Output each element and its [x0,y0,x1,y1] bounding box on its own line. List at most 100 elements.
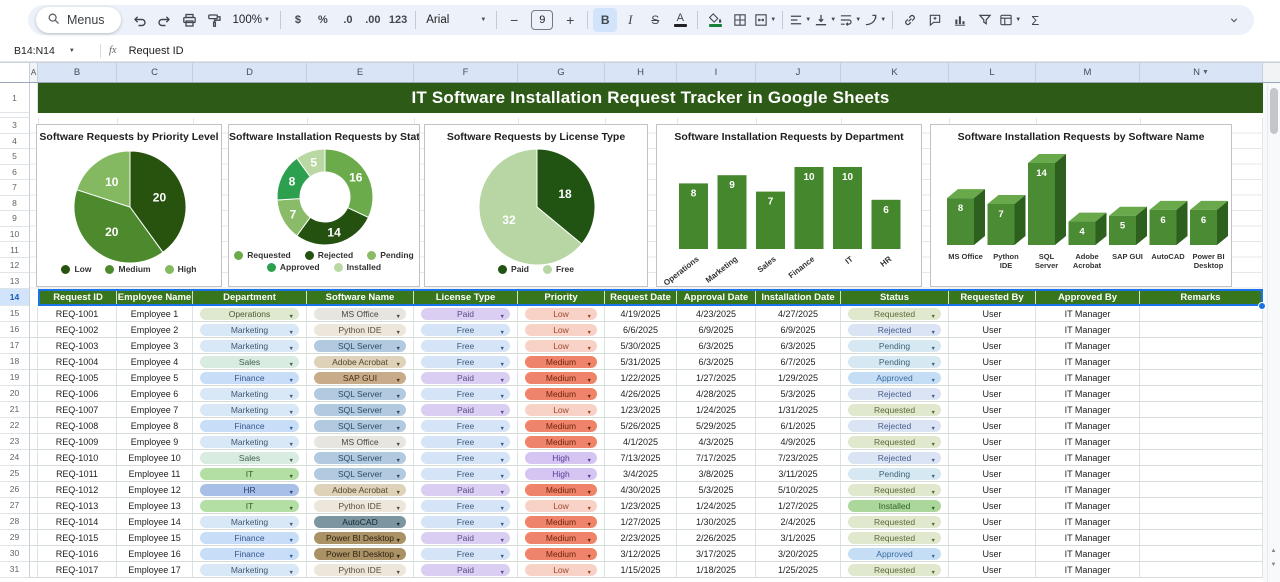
row-header-10[interactable]: 10 [0,227,30,243]
chart-card-1[interactable]: Software Installation Requests by Stat..… [228,124,420,287]
cell-approval_date[interactable]: 5/29/2025 [677,418,756,434]
cell-approved_by[interactable]: IT Manager [1036,530,1140,546]
cell-status[interactable]: Approved▼ [841,370,949,386]
cell-installation_date[interactable]: 5/10/2025 [756,482,841,498]
cell-employee[interactable]: Employee 5 [117,370,193,386]
row-header-3[interactable]: 3 [0,118,30,134]
cell-status[interactable]: Requested▼ [841,402,949,418]
cell-remarks[interactable] [1140,418,1263,434]
row-header-23[interactable]: 23 [0,434,30,450]
cell-remarks[interactable] [1140,498,1263,514]
vertical-scrollbar[interactable]: ▲ ▼ [1267,84,1280,582]
column-title-software[interactable]: Software Name [307,291,414,304]
chip-priority-dropdown[interactable]: Medium▼ [525,388,597,400]
cell-approval_date[interactable]: 4/3/2025 [677,434,756,450]
chip-priority-dropdown[interactable]: Low▼ [525,308,597,320]
cell-license[interactable]: Paid▼ [414,370,518,386]
cell-employee[interactable]: Employee 13 [117,498,193,514]
cell-request_date[interactable]: 3/12/2025 [605,546,677,562]
cell-requested_by[interactable]: User [949,482,1036,498]
cell-employee[interactable]: Employee 8 [117,418,193,434]
column-header-N[interactable]: N▼ [1140,63,1263,82]
cell-software[interactable]: Power BI Desktop▼ [307,546,414,562]
cell-a[interactable] [30,354,38,370]
cell-remarks[interactable] [1140,402,1263,418]
chip-software-dropdown[interactable]: SQL Server▼ [314,340,406,352]
chart-card-2[interactable]: Software Requests by License Type1832Pai… [424,124,648,287]
chip-priority-dropdown[interactable]: Medium▼ [525,372,597,384]
cell-id[interactable]: REQ-1002 [38,322,117,338]
cell-approved_by[interactable]: IT Manager [1036,450,1140,466]
chip-status-dropdown[interactable]: Installed▼ [848,500,941,512]
cell-department[interactable]: Marketing▼ [193,322,307,338]
cell-license[interactable]: Free▼ [414,498,518,514]
chip-license-dropdown[interactable]: Paid▼ [421,372,510,384]
chip-license-dropdown[interactable]: Free▼ [421,548,510,560]
name-box[interactable]: B14:N14 ▼ [0,45,92,57]
cell-license[interactable]: Paid▼ [414,482,518,498]
cell-department[interactable]: Marketing▼ [193,338,307,354]
cell-installation_date[interactable]: 6/9/2025 [756,322,841,338]
more-formats-button[interactable]: 123 [386,8,410,32]
row-header-20[interactable]: 20 [0,386,30,402]
cell-remarks[interactable] [1140,562,1263,578]
cell-status[interactable]: Requested▼ [841,514,949,530]
cell-approved_by[interactable]: IT Manager [1036,546,1140,562]
cell-license[interactable]: Paid▼ [414,402,518,418]
cell-requested_by[interactable]: User [949,338,1036,354]
cell-software[interactable]: SQL Server▼ [307,338,414,354]
insert-chart-button[interactable] [948,8,972,32]
cell-requested_by[interactable]: User [949,370,1036,386]
chip-status-dropdown[interactable]: Requested▼ [848,436,941,448]
cell-requested_by[interactable]: User [949,354,1036,370]
chip-department-dropdown[interactable]: Sales▼ [200,452,299,464]
insert-link-button[interactable] [898,8,922,32]
chip-software-dropdown[interactable]: MS Office▼ [314,436,406,448]
cell-software[interactable]: Adobe Acrobat▼ [307,482,414,498]
cell-installation_date[interactable]: 6/7/2025 [756,354,841,370]
chip-software-dropdown[interactable]: Python IDE▼ [314,324,406,336]
row-header-29[interactable]: 29 [0,530,30,546]
chip-department-dropdown[interactable]: Finance▼ [200,548,299,560]
row-header-26[interactable]: 26 [0,482,30,498]
cell-license[interactable]: Paid▼ [414,306,518,322]
cell-a[interactable] [30,370,38,386]
cell-request_date[interactable]: 1/27/2025 [605,514,677,530]
cell-approval_date[interactable]: 6/3/2025 [677,354,756,370]
italic-button[interactable]: I [618,8,642,32]
select-all-corner[interactable] [0,63,30,82]
column-title-employee[interactable]: Employee Name [117,291,193,304]
cell-a[interactable] [30,466,38,482]
cell-priority[interactable]: High▼ [518,466,605,482]
chip-department-dropdown[interactable]: Finance▼ [200,420,299,432]
cell-installation_date[interactable]: 4/27/2025 [756,306,841,322]
chip-priority-dropdown[interactable]: Low▼ [525,324,597,336]
chip-license-dropdown[interactable]: Free▼ [421,420,510,432]
column-header-G[interactable]: G [518,63,605,82]
cell-department[interactable]: IT▼ [193,498,307,514]
cell-requested_by[interactable]: User [949,306,1036,322]
cell-priority[interactable]: Low▼ [518,562,605,578]
cell-status[interactable]: Pending▼ [841,338,949,354]
column-header-I[interactable]: I [677,63,756,82]
chip-status-dropdown[interactable]: Requested▼ [848,516,941,528]
row-header-16[interactable]: 16 [0,322,30,338]
cell-a[interactable] [30,482,38,498]
cell-a[interactable] [30,530,38,546]
cell-status[interactable]: Requested▼ [841,434,949,450]
cell-approved_by[interactable]: IT Manager [1036,498,1140,514]
row-header-14[interactable]: 14 [0,289,30,306]
row-header-19[interactable]: 19 [0,370,30,386]
borders-button[interactable] [728,8,752,32]
chip-priority-dropdown[interactable]: Low▼ [525,340,597,352]
chip-status-dropdown[interactable]: Requested▼ [848,564,941,576]
cell-a[interactable] [30,562,38,578]
cell-employee[interactable]: Employee 9 [117,434,193,450]
column-title-status[interactable]: Status [841,291,949,304]
row-header-30[interactable]: 30 [0,546,30,562]
row-header-5[interactable]: 5 [0,149,30,165]
cell-status[interactable]: Requested▼ [841,562,949,578]
cell-approved_by[interactable]: IT Manager [1036,306,1140,322]
text-wrap-button[interactable]: ▼ [838,8,862,32]
cell-remarks[interactable] [1140,338,1263,354]
